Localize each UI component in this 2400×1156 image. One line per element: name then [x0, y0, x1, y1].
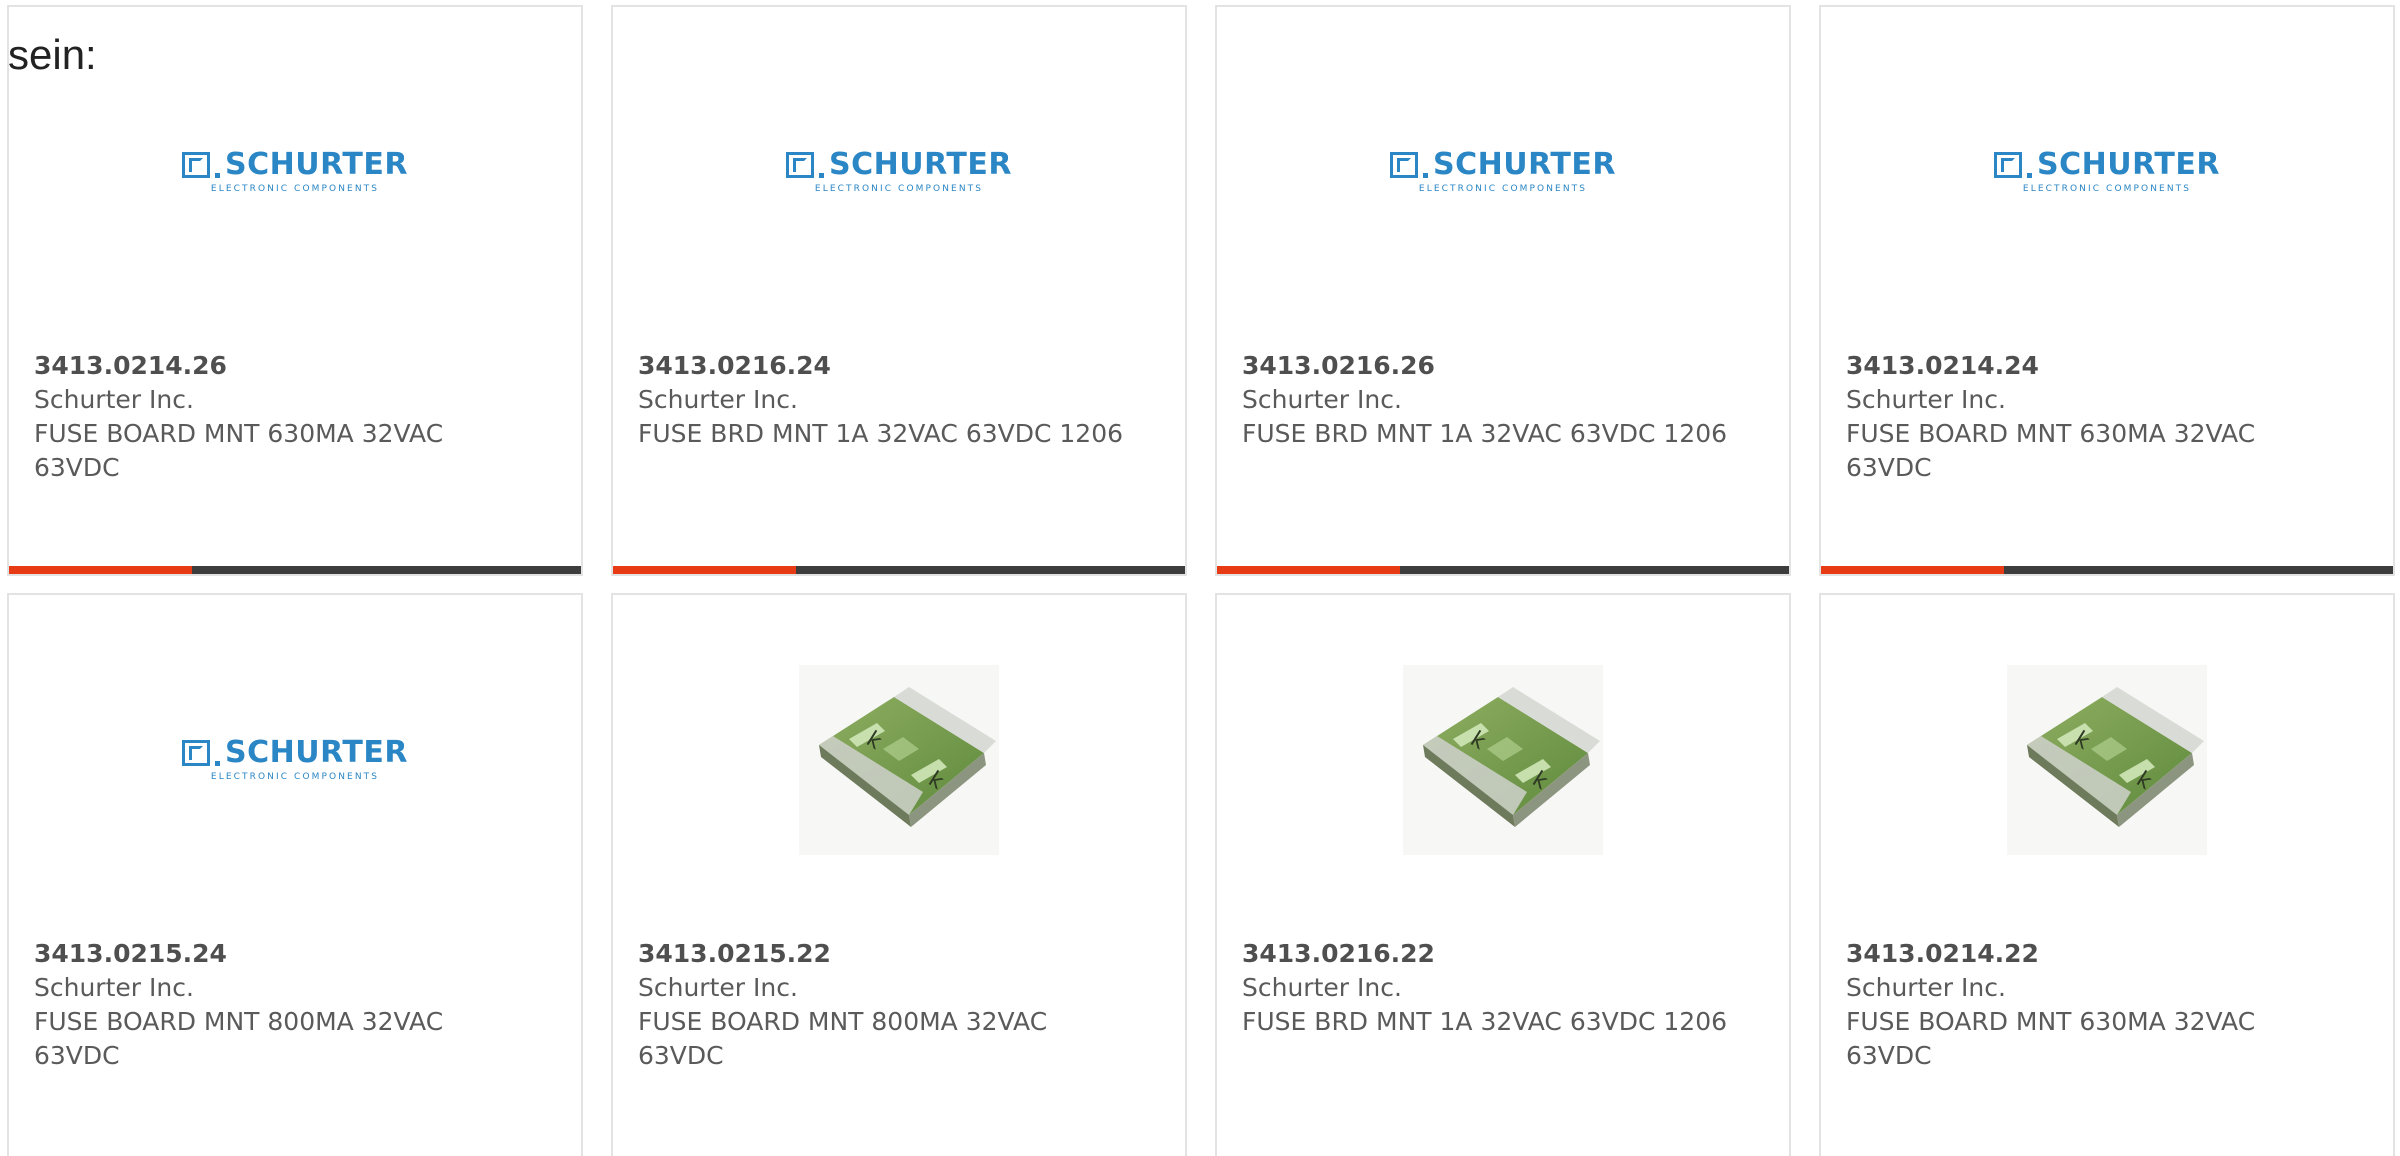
product-info: 3413.0214.24 Schurter Inc. FUSE BOARD MNT … — [1846, 349, 2333, 485]
schurter-emblem-icon — [786, 152, 815, 178]
logo-subtitle: ELECTRONIC COMPONENTS — [210, 184, 380, 194]
logo-subtitle: ELECTRONIC COMPONENTS — [210, 772, 380, 782]
card-progress-bar — [9, 566, 581, 574]
product-card[interactable]: SCHURTER ELECTRONIC COMPONENTS 3413.0214… — [7, 5, 583, 576]
part-number[interactable]: 3413.0216.22 — [1242, 937, 1729, 971]
product-description: FUSE BRD MNT 1A 32VAC 63VDC 1206 — [1242, 419, 1728, 448]
schurter-logo: SCHURTER ELECTRONIC COMPONENTS — [182, 738, 408, 782]
product-image[interactable]: SCHURTER ELECTRONIC COMPONENTS — [1821, 67, 2393, 277]
manufacturer: Schurter Inc. — [1242, 973, 1402, 1002]
product-image[interactable]: k k — [1217, 655, 1789, 865]
card-progress-bar — [1217, 566, 1789, 574]
schurter-emblem-icon — [1994, 152, 2023, 178]
smd-fuse-photo: k k — [1403, 665, 1603, 855]
smd-fuse-photo: k k — [2007, 665, 2207, 855]
product-card[interactable]: SCHURTER ELECTRONIC COMPONENTS 3413.0214… — [1819, 5, 2395, 576]
product-image[interactable]: SCHURTER ELECTRONIC COMPONENTS — [9, 67, 581, 277]
logo-word: SCHURTER — [829, 147, 1012, 182]
logo-subtitle: ELECTRONIC COMPONENTS — [1418, 184, 1588, 194]
smd-fuse-photo: k k — [799, 665, 999, 855]
product-card[interactable]: k k 3413.0216.22 Schurter Inc. FUSE BRD MN… — [1215, 593, 1791, 1156]
manufacturer: Schurter Inc. — [1846, 973, 2006, 1002]
product-card[interactable]: SCHURTER ELECTRONIC COMPONENTS 3413.0215… — [7, 593, 583, 1156]
product-description: FUSE BRD MNT 1A 32VAC 63VDC 1206 — [1242, 1007, 1728, 1036]
part-number[interactable]: 3413.0214.22 — [1846, 937, 2333, 971]
logo-subtitle: ELECTRONIC COMPONENTS — [2022, 184, 2192, 194]
card-progress-fill — [1217, 566, 1401, 574]
product-card[interactable]: k k 3413.0215.22 Schurter Inc. FUSE BOARD … — [611, 593, 1187, 1156]
part-number[interactable]: 3413.0216.24 — [638, 349, 1125, 383]
product-description: FUSE BOARD MNT 630MA 32VAC 63VDC — [1846, 419, 2256, 482]
product-info: 3413.0214.22 Schurter Inc. FUSE BOARD MNT … — [1846, 937, 2333, 1073]
product-info: 3413.0214.26 Schurter Inc. FUSE BOARD MNT … — [34, 349, 521, 485]
card-progress-fill — [1821, 566, 2005, 574]
product-image[interactable]: k k — [613, 655, 1185, 865]
schurter-emblem-icon — [182, 740, 211, 766]
card-progress-fill — [9, 566, 193, 574]
part-number[interactable]: 3413.0214.26 — [34, 349, 521, 383]
manufacturer: Schurter Inc. — [638, 385, 798, 414]
schurter-logo: SCHURTER ELECTRONIC COMPONENTS — [182, 150, 408, 194]
manufacturer: Schurter Inc. — [638, 973, 798, 1002]
product-card[interactable]: SCHURTER ELECTRONIC COMPONENTS 3413.0216… — [611, 5, 1187, 576]
product-image[interactable]: SCHURTER ELECTRONIC COMPONENTS — [1217, 67, 1789, 277]
manufacturer: Schurter Inc. — [1242, 385, 1402, 414]
product-grid-page: sein: SCHURTER ELECTRONIC COMPONENTS 341… — [0, 0, 2400, 1156]
product-image[interactable]: SCHURTER ELECTRONIC COMPONENTS — [613, 67, 1185, 277]
card-progress-bar — [1821, 566, 2393, 574]
schurter-logo: SCHURTER ELECTRONIC COMPONENTS — [1390, 150, 1616, 194]
part-number[interactable]: 3413.0215.22 — [638, 937, 1125, 971]
logo-word: SCHURTER — [2037, 147, 2220, 182]
product-info: 3413.0216.24 Schurter Inc. FUSE BRD MNT 1A… — [638, 349, 1125, 451]
product-description: FUSE BOARD MNT 800MA 32VAC 63VDC — [638, 1007, 1048, 1070]
logo-word: SCHURTER — [1433, 147, 1616, 182]
product-info: 3413.0216.22 Schurter Inc. FUSE BRD MNT 1A… — [1242, 937, 1729, 1039]
product-description: FUSE BOARD MNT 800MA 32VAC 63VDC — [34, 1007, 444, 1070]
manufacturer: Schurter Inc. — [34, 385, 194, 414]
schurter-emblem-icon — [1390, 152, 1419, 178]
card-progress-bar — [613, 566, 1185, 574]
product-image[interactable]: SCHURTER ELECTRONIC COMPONENTS — [9, 655, 581, 865]
logo-word: SCHURTER — [225, 735, 408, 770]
part-number[interactable]: 3413.0216.26 — [1242, 349, 1729, 383]
product-info: 3413.0215.22 Schurter Inc. FUSE BOARD MNT … — [638, 937, 1125, 1073]
logo-subtitle: ELECTRONIC COMPONENTS — [814, 184, 984, 194]
logo-word: SCHURTER — [225, 147, 408, 182]
intro-text: sein: — [8, 31, 97, 78]
product-card[interactable]: SCHURTER ELECTRONIC COMPONENTS 3413.0216… — [1215, 5, 1791, 576]
manufacturer: Schurter Inc. — [1846, 385, 2006, 414]
product-description: FUSE BOARD MNT 630MA 32VAC 63VDC — [1846, 1007, 2256, 1070]
part-number[interactable]: 3413.0215.24 — [34, 937, 521, 971]
product-image[interactable]: k k — [1821, 655, 2393, 865]
schurter-logo: SCHURTER ELECTRONIC COMPONENTS — [1994, 150, 2220, 194]
product-info: 3413.0216.26 Schurter Inc. FUSE BRD MNT 1A… — [1242, 349, 1729, 451]
manufacturer: Schurter Inc. — [34, 973, 194, 1002]
part-number[interactable]: 3413.0214.24 — [1846, 349, 2333, 383]
product-card[interactable]: k k 3413.0214.22 Schurter Inc. FUSE BOARD … — [1819, 593, 2395, 1156]
product-description: FUSE BRD MNT 1A 32VAC 63VDC 1206 — [638, 419, 1124, 448]
schurter-emblem-icon — [182, 152, 211, 178]
product-description: FUSE BOARD MNT 630MA 32VAC 63VDC — [34, 419, 444, 482]
product-info: 3413.0215.24 Schurter Inc. FUSE BOARD MNT … — [34, 937, 521, 1073]
schurter-logo: SCHURTER ELECTRONIC COMPONENTS — [786, 150, 1012, 194]
card-progress-fill — [613, 566, 797, 574]
